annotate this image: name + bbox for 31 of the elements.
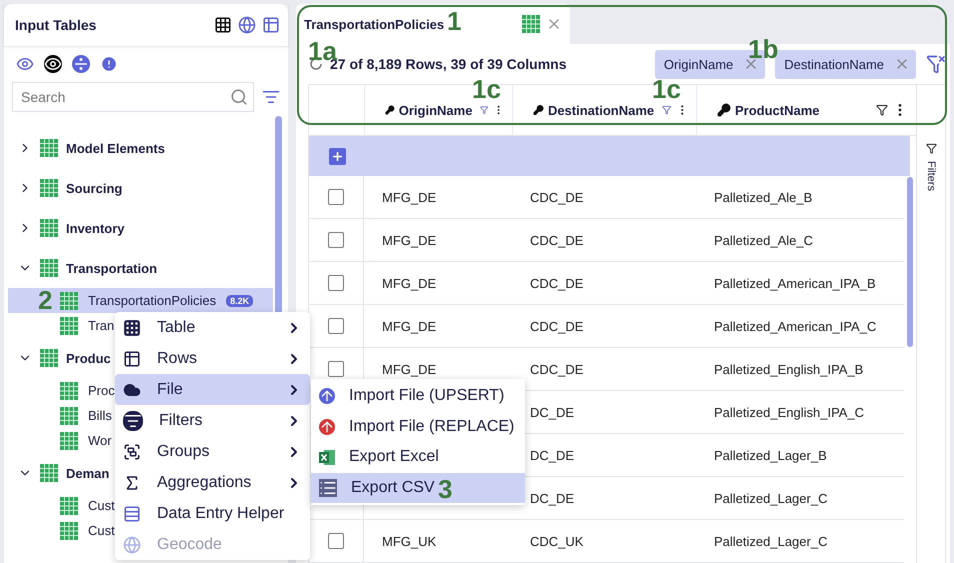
- table-cell-text: CDC_DE: [529, 188, 584, 207]
- table-cell-text: CDC_DE: [529, 360, 584, 379]
- table-cell-text: CDC_UK: [529, 532, 584, 551]
- count-badge: 8.2K: [226, 294, 254, 306]
- table-cell-text: Palletized_Lager_C: [713, 490, 828, 508]
- table-cell-text: Palletized_Lager_B: [713, 446, 828, 465]
- table-cell-text: CDC_DE: [529, 318, 584, 336]
- table-cell-text: Palletized_Ale_C: [713, 232, 814, 250]
- table-cell-text: MFG_UK: [381, 532, 438, 551]
- table-cell-text: MFG_DE: [381, 318, 438, 336]
- annotation-number: 1: [447, 8, 462, 34]
- table-cell-text: Palletized_Lager_C: [713, 532, 828, 551]
- table-cell-text: CDC_DE: [529, 274, 584, 293]
- table-cell-text: Palletized_English_IPA_C: [713, 404, 866, 422]
- table-cell-text: Palletized_American_IPA_B: [713, 274, 877, 293]
- table-cell-text: MFG_DE: [381, 232, 438, 250]
- table-cell-text: DC_DE: [529, 404, 576, 422]
- table-cell-text: MFG_DE: [381, 360, 438, 379]
- table-cell-text: Palletized_Ale_B: [713, 188, 814, 207]
- table-cell-text: MFG_DE: [381, 274, 438, 293]
- annotation-number: 1c: [652, 76, 681, 102]
- annotation-number: 2: [38, 287, 52, 313]
- table-cell-text: CDC_DE: [529, 232, 584, 250]
- table-cell-text: Palletized_American_IPA_C: [713, 318, 878, 336]
- annotation-number: 3: [438, 476, 452, 502]
- panel-title: Input Tables: [15, 17, 96, 33]
- table-cell-text: DC_DE: [529, 490, 576, 508]
- annotation-number: 1c: [472, 76, 501, 102]
- table-cell-text: Palletized_English_IPA_B: [713, 360, 864, 379]
- table-cell-text: DC_DE: [529, 446, 576, 465]
- table-cell-text: MFG_DE: [381, 188, 438, 207]
